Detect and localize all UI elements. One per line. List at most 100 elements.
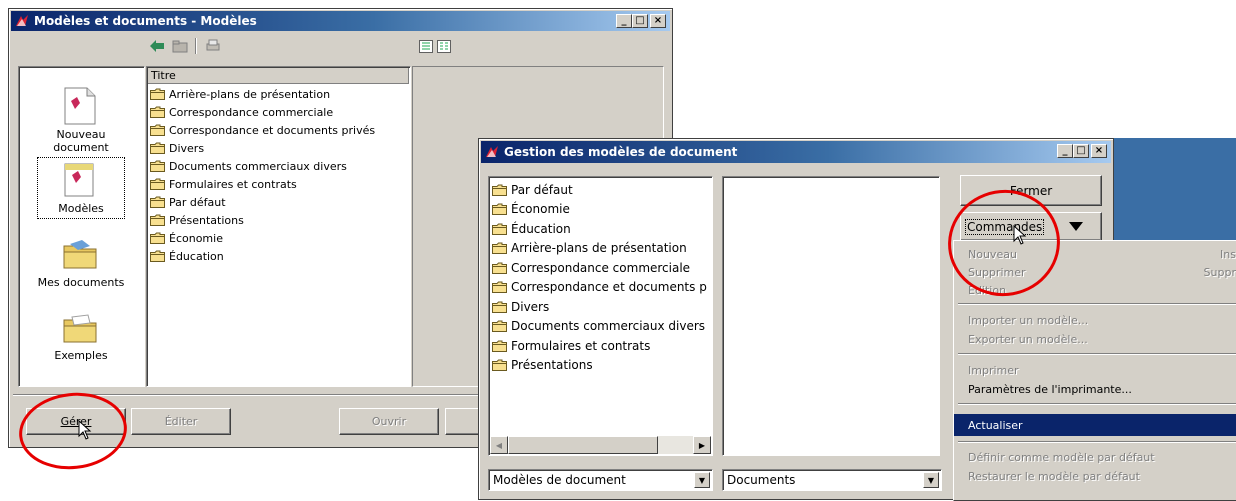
menu-item[interactable]: Supprimer Suppr (954, 263, 1236, 281)
toolbar-separator (195, 38, 197, 54)
folder-item[interactable]: Économie (147, 229, 375, 247)
my-documents-icon[interactable] (62, 240, 98, 270)
category-templates-label: Modèles (58, 202, 104, 215)
mouse-cursor-icon (1013, 225, 1027, 245)
folder-icon (150, 160, 165, 172)
menu-item[interactable]: Restaurer le modèle par défaut (954, 467, 1236, 485)
folder-icon (492, 281, 507, 294)
folder-label: Présentations (511, 358, 593, 373)
window-title: Modèles et documents - Modèles (34, 14, 257, 28)
folder-item[interactable]: Formulaires et contrats (147, 175, 375, 193)
folder-item[interactable]: Correspondance commerciale (489, 258, 712, 278)
app-icon (486, 146, 498, 157)
folder-item[interactable]: Économie (489, 200, 712, 220)
folder-icon (492, 242, 507, 255)
folder-icon (150, 250, 165, 262)
commands-button-label: Commandes (965, 218, 1045, 235)
examples-icon[interactable] (62, 314, 98, 344)
menu-item[interactable]: Définir comme modèle par défaut (954, 448, 1236, 466)
minimize-button[interactable]: _ (1057, 144, 1073, 158)
folder-label: Divers (169, 141, 205, 155)
maximize-button[interactable]: □ (632, 14, 648, 28)
scroll-right-button[interactable]: ▶ (693, 436, 711, 454)
folder-item[interactable]: Documents commerciaux divers (147, 157, 375, 175)
folder-item[interactable]: Formulaires et contrats (489, 336, 712, 356)
up-folder-icon[interactable] (172, 40, 188, 53)
folder-item[interactable]: Divers (147, 139, 375, 157)
dropdown-arrow-icon (1069, 222, 1083, 231)
new-document-icon[interactable] (63, 87, 97, 125)
commands-menu: Nouveau Ins Supprimer Suppr Édition Importer … (953, 240, 1236, 501)
folder-item[interactable]: Correspondance commerciale (147, 103, 375, 121)
open-button[interactable]: Ouvrir (339, 408, 439, 435)
back-arrow-icon[interactable] (149, 39, 165, 53)
minimize-button[interactable]: _ (616, 14, 632, 28)
folder-item[interactable]: Correspondance et documents privés (147, 121, 375, 139)
folder-icon (492, 262, 507, 274)
left-folder-tree: Par défaut Économie Éducation Arrière-plans… (488, 176, 713, 456)
menu-item-label: Restaurer le modèle par défaut (968, 469, 1140, 483)
menu-item[interactable]: Édition (954, 281, 1236, 299)
folder-icon (492, 340, 507, 352)
scroll-left-button[interactable]: ◀ (490, 436, 508, 454)
right-source-select[interactable]: Documents ▼ (722, 469, 942, 491)
scroll-thumb[interactable] (508, 436, 658, 454)
title-bar[interactable]: Gestion des modèles de document _ □ × (481, 141, 1111, 163)
window-title: Gestion des modèles de document (504, 145, 738, 159)
commands-button[interactable]: Commandes (960, 212, 1102, 241)
maximize-button[interactable]: □ (1073, 144, 1089, 158)
left-source-select[interactable]: Modèles de document ▼ (488, 469, 713, 491)
manage-button[interactable]: Gérer (26, 408, 126, 435)
folder-item[interactable]: Arrière-plans de présentation (147, 85, 375, 103)
folder-item[interactable]: Par défaut (489, 180, 712, 200)
close-button[interactable]: × (650, 14, 666, 28)
print-icon[interactable] (205, 39, 221, 53)
menu-item-label: Paramètres de l'imprimante... (968, 382, 1132, 396)
menu-item[interactable]: Actualiser (954, 414, 1236, 436)
folder-icon (492, 223, 507, 235)
folder-label: Divers (511, 299, 550, 314)
chevron-down-icon[interactable]: ▼ (923, 472, 939, 488)
chevron-down-icon[interactable]: ▼ (694, 472, 710, 488)
folder-icon (492, 301, 507, 313)
folder-item[interactable]: Présentations (147, 211, 375, 229)
category-pane: Nouveau document Modèles Mes documents E… (18, 66, 145, 387)
edit-button[interactable]: Éditer (131, 408, 231, 435)
folder-item[interactable]: Par défaut (147, 193, 375, 211)
title-bar[interactable]: Modèles et documents - Modèles _ □ × (11, 11, 670, 31)
document-view-icon[interactable] (419, 40, 433, 53)
folder-label: Arrière-plans de présentation (169, 87, 331, 101)
folder-label: Par défaut (511, 182, 573, 197)
folder-item[interactable]: Éducation (147, 247, 375, 265)
folder-item[interactable]: Présentations (489, 356, 712, 376)
folder-icon (150, 88, 165, 100)
category-new-document-label[interactable]: Nouveau document (31, 128, 131, 154)
folder-item[interactable]: Arrière-plans de présentation (489, 239, 712, 259)
category-examples-label[interactable]: Exemples (31, 349, 131, 362)
folder-item[interactable]: Éducation (489, 219, 712, 239)
horizontal-scrollbar[interactable]: ◀ ▶ (490, 436, 711, 454)
folder-icon (492, 359, 507, 372)
menu-item[interactable]: Importer un modèle... (954, 311, 1236, 329)
close-dialog-button[interactable]: Fermer (960, 175, 1102, 206)
preview-view-icon[interactable] (437, 40, 451, 53)
menu-item-label: Supprimer (968, 265, 1026, 279)
folder-icon (150, 196, 165, 208)
folder-item[interactable]: Divers (489, 297, 712, 317)
desktop-background (1114, 138, 1236, 240)
close-button[interactable]: × (1091, 144, 1107, 158)
menu-item[interactable]: Nouveau Ins (954, 245, 1236, 263)
category-my-documents-label[interactable]: Mes documents (31, 276, 131, 289)
folder-item[interactable]: Documents commerciaux divers (489, 317, 712, 337)
templates-icon (64, 163, 94, 197)
menu-item-label: Édition (968, 283, 1007, 297)
menu-item-label: Exporter un modèle... (968, 332, 1088, 346)
menu-item[interactable]: Paramètres de l'imprimante... (954, 380, 1236, 398)
list-header-title[interactable]: Titre (148, 68, 409, 84)
menu-separator (958, 303, 1236, 305)
menu-item[interactable]: Imprimer (954, 361, 1236, 379)
menu-item[interactable]: Exporter un modèle... (954, 330, 1236, 348)
folder-item[interactable]: Correspondance et documents p (489, 278, 712, 298)
menu-item-label: Définir comme modèle par défaut (968, 450, 1155, 464)
folder-label: Correspondance commerciale (511, 260, 691, 275)
